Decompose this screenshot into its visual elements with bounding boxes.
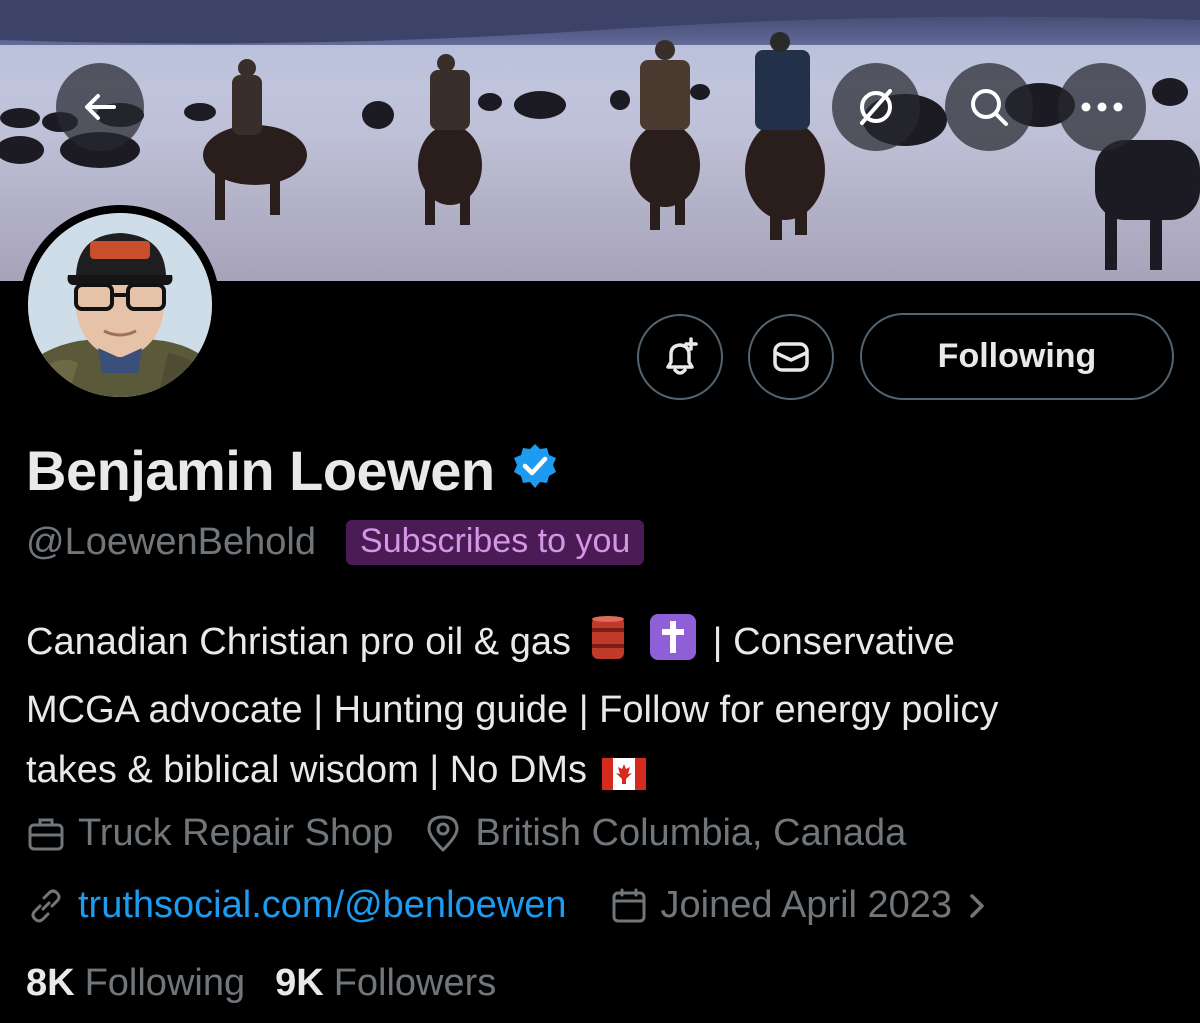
bio-line-1: Canadian Christian pro oil & gas | Conse… [26, 612, 1186, 680]
followers-stat[interactable]: 9K Followers [275, 962, 496, 1005]
back-arrow-icon [85, 94, 116, 120]
joined-item[interactable]: Joined April 2023 [609, 884, 989, 927]
cross-emoji [648, 612, 698, 680]
oil-barrel-emoji [586, 614, 630, 680]
canada-flag-emoji [601, 748, 646, 808]
grok-icon [860, 89, 892, 125]
profile-name-row: Benjamin Loewen [26, 438, 559, 503]
notifications-button[interactable] [637, 314, 723, 400]
back-button[interactable] [56, 63, 144, 151]
handle-row: @LoewenBehold Subscribes to you [26, 520, 645, 565]
grok-button[interactable] [832, 63, 920, 151]
chevron-right-icon [966, 890, 988, 922]
work-item: Truck Repair Shop [26, 812, 393, 855]
bio-line-2: MCGA advocate | Hunting guide | Follow f… [26, 689, 999, 731]
calendar-icon [609, 886, 649, 926]
display-name: Benjamin Loewen [26, 439, 495, 502]
message-button[interactable] [748, 314, 834, 400]
following-stat[interactable]: 8K Following [26, 962, 245, 1005]
follow-stats: 8K Following 9K Followers [26, 962, 526, 1005]
bio-line-3: takes & biblical wisdom | No DMs [26, 740, 1186, 808]
envelope-icon [773, 342, 809, 372]
location-pin-icon [423, 814, 463, 854]
search-button[interactable] [945, 63, 1033, 151]
more-button[interactable] [1058, 63, 1146, 151]
website-link[interactable]: truthsocial.com/@benloewen [78, 884, 567, 927]
link-icon [26, 886, 66, 926]
handle: @LoewenBehold [26, 521, 317, 563]
meta-row-1: Truck Repair Shop British Columbia, Cana… [26, 812, 936, 855]
subscribes-badge: Subscribes to you [346, 520, 645, 565]
avatar-photo [28, 213, 212, 397]
website-item: truthsocial.com/@benloewen [26, 884, 567, 927]
profile-bio: Canadian Christian pro oil & gas | Conse… [26, 612, 1186, 808]
more-icon [1081, 102, 1123, 112]
following-button[interactable]: Following [860, 313, 1174, 400]
briefcase-icon [26, 814, 66, 854]
meta-row-2: truthsocial.com/@benloewen Joined April … [26, 884, 1018, 927]
search-icon [971, 89, 1008, 126]
location-item: British Columbia, Canada [423, 812, 906, 855]
verified-badge-icon[interactable] [511, 438, 559, 503]
bell-plus-icon [666, 337, 698, 375]
profile-avatar[interactable] [20, 205, 220, 405]
